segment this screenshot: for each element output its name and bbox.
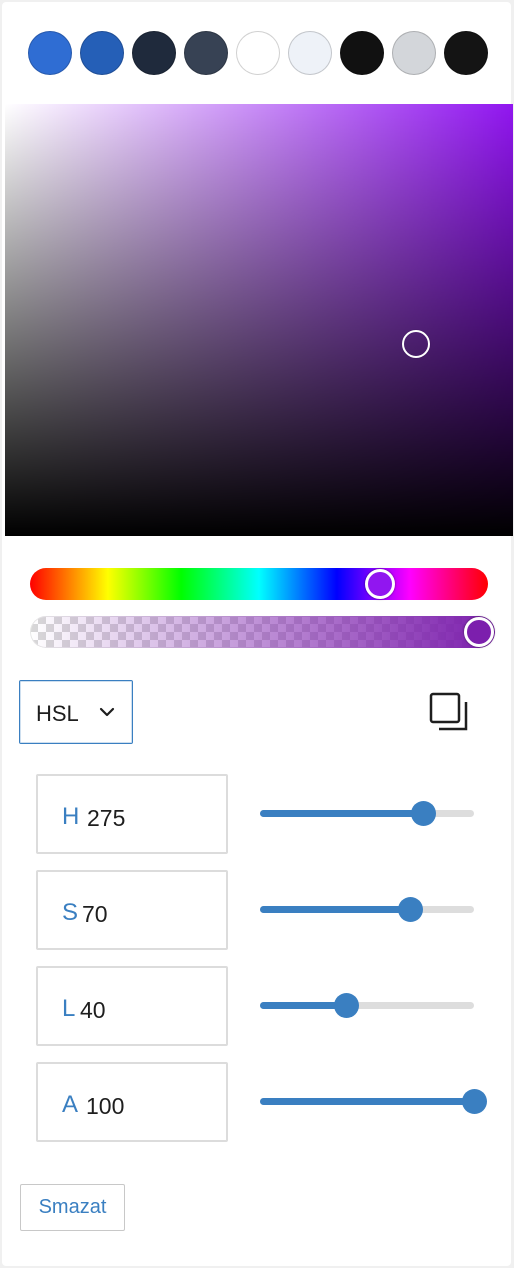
lightness-row: L 40 bbox=[36, 966, 476, 1046]
hue-range-fill bbox=[260, 810, 423, 817]
lightness-range-thumb[interactable] bbox=[334, 993, 359, 1018]
alpha-range[interactable] bbox=[260, 1089, 487, 1114]
hue-input[interactable]: H 275 bbox=[36, 774, 228, 854]
saturation-value-area[interactable] bbox=[5, 104, 513, 536]
swatch-6[interactable] bbox=[288, 31, 332, 75]
saturation-range-fill bbox=[260, 906, 410, 913]
alpha-range-thumb[interactable] bbox=[462, 1089, 487, 1114]
color-format-select[interactable]: HSL bbox=[19, 680, 133, 744]
swatch-1[interactable] bbox=[28, 31, 72, 75]
saturation-value: 70 bbox=[82, 901, 108, 927]
hue-label: H bbox=[62, 803, 80, 830]
swatch-3[interactable] bbox=[132, 31, 176, 75]
saturation-label: S bbox=[62, 899, 79, 926]
alpha-value: 100 bbox=[86, 1093, 125, 1119]
color-format-value: HSL bbox=[36, 701, 79, 726]
lightness-input[interactable]: L 40 bbox=[36, 966, 228, 1046]
swatch-9[interactable] bbox=[444, 31, 488, 75]
swatch-5[interactable] bbox=[236, 31, 280, 75]
hue-row: H 275 bbox=[36, 774, 476, 854]
hue-value: 275 bbox=[87, 805, 126, 831]
alpha-label: A bbox=[62, 1091, 79, 1118]
lightness-label: L bbox=[62, 995, 76, 1022]
chevron-down-icon bbox=[98, 705, 116, 723]
hue-slider-handle[interactable] bbox=[365, 569, 395, 599]
hue-range[interactable] bbox=[260, 801, 474, 826]
alpha-input[interactable]: A 100 bbox=[36, 1062, 228, 1142]
alpha-slider-handle[interactable] bbox=[464, 617, 494, 647]
hue-slider[interactable] bbox=[30, 568, 488, 600]
swatch-8[interactable] bbox=[392, 31, 436, 75]
saturation-range[interactable] bbox=[260, 897, 474, 922]
lightness-value: 40 bbox=[80, 997, 106, 1023]
saturation-row: S 70 bbox=[36, 870, 476, 950]
saturation-range-thumb[interactable] bbox=[398, 897, 423, 922]
alpha-gradient bbox=[30, 616, 495, 648]
alpha-range-fill bbox=[260, 1098, 474, 1105]
saturation-value-handle[interactable] bbox=[402, 330, 430, 358]
swatch-7[interactable] bbox=[340, 31, 384, 75]
saturation-input[interactable]: S 70 bbox=[36, 870, 228, 950]
copy-icon bbox=[429, 692, 473, 740]
hue-range-thumb[interactable] bbox=[411, 801, 436, 826]
swatch-2[interactable] bbox=[80, 31, 124, 75]
lightness-range[interactable] bbox=[260, 993, 474, 1018]
color-picker-panel: HSL H 275 S 70 L 40 A 100 Smazat bbox=[2, 2, 513, 1266]
swatch-4[interactable] bbox=[184, 31, 228, 75]
copy-button[interactable] bbox=[429, 692, 473, 736]
clear-button[interactable]: Smazat bbox=[20, 1184, 125, 1231]
alpha-slider[interactable] bbox=[30, 616, 495, 648]
alpha-row: A 100 bbox=[36, 1062, 487, 1142]
